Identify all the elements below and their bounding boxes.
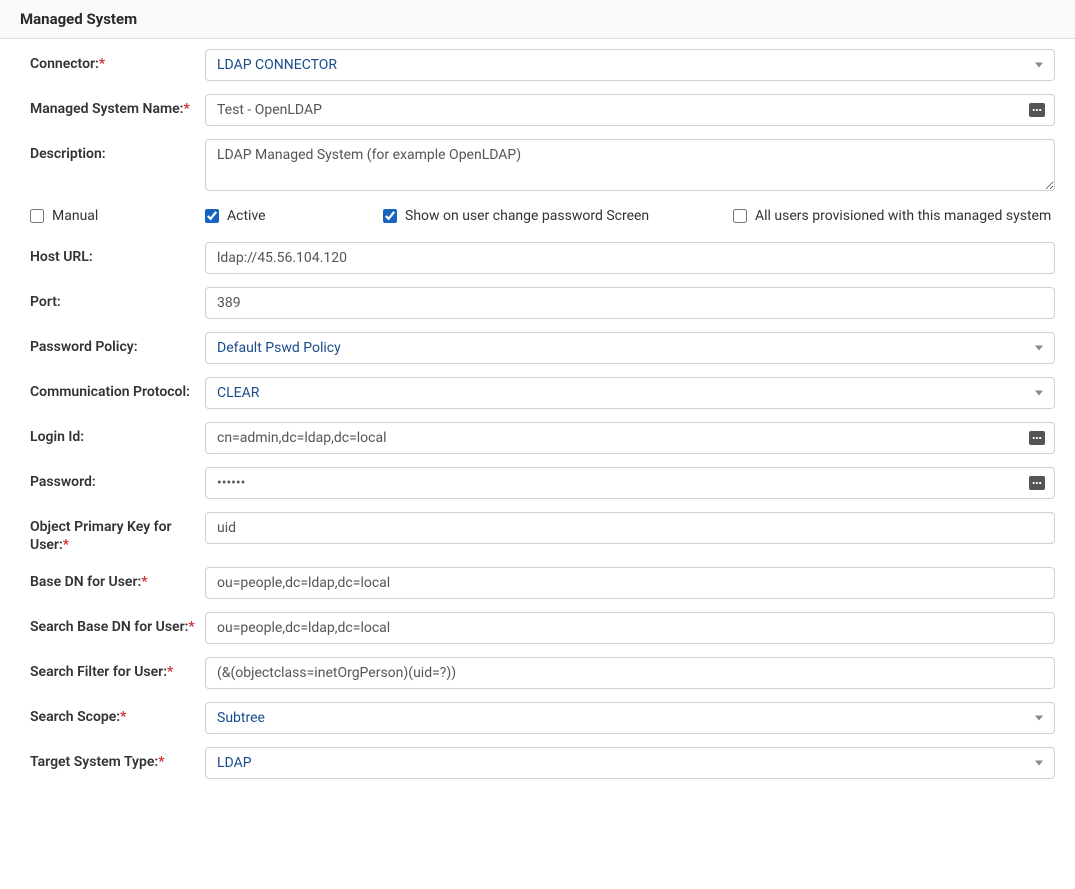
checkbox-all-users-provisioned[interactable]: All users provisioned with this managed … [733, 208, 1055, 224]
label-description: Description: [30, 139, 205, 163]
manual-checkbox-label: Manual [52, 208, 98, 224]
port-input[interactable] [205, 287, 1055, 319]
object-primary-key-input[interactable] [205, 512, 1055, 544]
label-target-system-type: Target System Type:* [30, 747, 205, 771]
row-base-dn-user: Base DN for User:* [30, 567, 1055, 599]
row-communication-protocol: Communication Protocol: CLEAR [30, 377, 1055, 409]
row-password-policy: Password Policy: Default Pswd Policy [30, 332, 1055, 364]
search-filter-user-input[interactable] [205, 657, 1055, 689]
login-id-input[interactable] [205, 422, 1055, 454]
target-system-type-select[interactable]: LDAP [205, 747, 1055, 779]
row-managed-system-name: Managed System Name:* [30, 94, 1055, 126]
label-search-base-dn-user: Search Base DN for User:* [30, 612, 205, 636]
managed-system-name-input[interactable] [205, 94, 1055, 126]
row-login-id: Login Id: [30, 422, 1055, 454]
all-users-provisioned-checkbox-input[interactable] [733, 209, 747, 223]
label-base-dn-user: Base DN for User:* [30, 567, 205, 591]
row-password: Password: [30, 467, 1055, 499]
row-search-scope: Search Scope:* Subtree [30, 702, 1055, 734]
label-search-scope: Search Scope:* [30, 702, 205, 726]
connector-select[interactable]: LDAP CONNECTOR [205, 49, 1055, 81]
label-managed-system-name: Managed System Name:* [30, 94, 205, 118]
checkbox-row: Manual Active Show on user change passwo… [30, 208, 1055, 224]
label-host-url: Host URL: [30, 242, 205, 266]
ellipsis-icon[interactable] [1029, 103, 1045, 117]
label-port: Port: [30, 287, 205, 311]
show-on-change-pwd-checkbox-label: Show on user change password Screen [405, 208, 649, 224]
page-header: Managed System [0, 0, 1075, 39]
row-host-url: Host URL: [30, 242, 1055, 274]
label-login-id: Login Id: [30, 422, 205, 446]
search-base-dn-user-input[interactable] [205, 612, 1055, 644]
base-dn-user-input[interactable] [205, 567, 1055, 599]
page-title: Managed System [20, 10, 137, 28]
row-search-base-dn-user: Search Base DN for User:* [30, 612, 1055, 644]
host-url-input[interactable] [205, 242, 1055, 274]
row-search-filter-user: Search Filter for User:* [30, 657, 1055, 689]
form: Connector:* LDAP CONNECTOR Managed Syste… [0, 39, 1075, 799]
checkbox-show-on-change-pwd[interactable]: Show on user change password Screen [383, 208, 733, 224]
active-checkbox-label: Active [227, 208, 266, 224]
row-connector: Connector:* LDAP CONNECTOR [30, 49, 1055, 81]
show-on-change-pwd-checkbox-input[interactable] [383, 209, 397, 223]
communication-protocol-select[interactable]: CLEAR [205, 377, 1055, 409]
all-users-provisioned-checkbox-label: All users provisioned with this managed … [755, 208, 1051, 224]
label-connector: Connector:* [30, 49, 205, 73]
row-description: Description: LDAP Managed System (for ex… [30, 139, 1055, 195]
checkbox-manual[interactable]: Manual [30, 208, 205, 224]
label-password: Password: [30, 467, 205, 491]
ellipsis-icon[interactable] [1029, 476, 1045, 490]
row-target-system-type: Target System Type:* LDAP [30, 747, 1055, 779]
label-password-policy: Password Policy: [30, 332, 205, 356]
password-policy-select[interactable]: Default Pswd Policy [205, 332, 1055, 364]
label-communication-protocol: Communication Protocol: [30, 377, 205, 401]
ellipsis-icon[interactable] [1029, 431, 1045, 445]
manual-checkbox-input[interactable] [30, 209, 44, 223]
active-checkbox-input[interactable] [205, 209, 219, 223]
label-search-filter-user: Search Filter for User:* [30, 657, 205, 681]
description-textarea[interactable]: LDAP Managed System (for example OpenLDA… [205, 139, 1055, 191]
search-scope-select[interactable]: Subtree [205, 702, 1055, 734]
row-object-primary-key: Object Primary Key for User:* [30, 512, 1055, 554]
checkbox-active[interactable]: Active [205, 208, 383, 224]
password-input[interactable] [205, 467, 1055, 499]
label-object-primary-key: Object Primary Key for User:* [30, 512, 205, 554]
row-port: Port: [30, 287, 1055, 319]
